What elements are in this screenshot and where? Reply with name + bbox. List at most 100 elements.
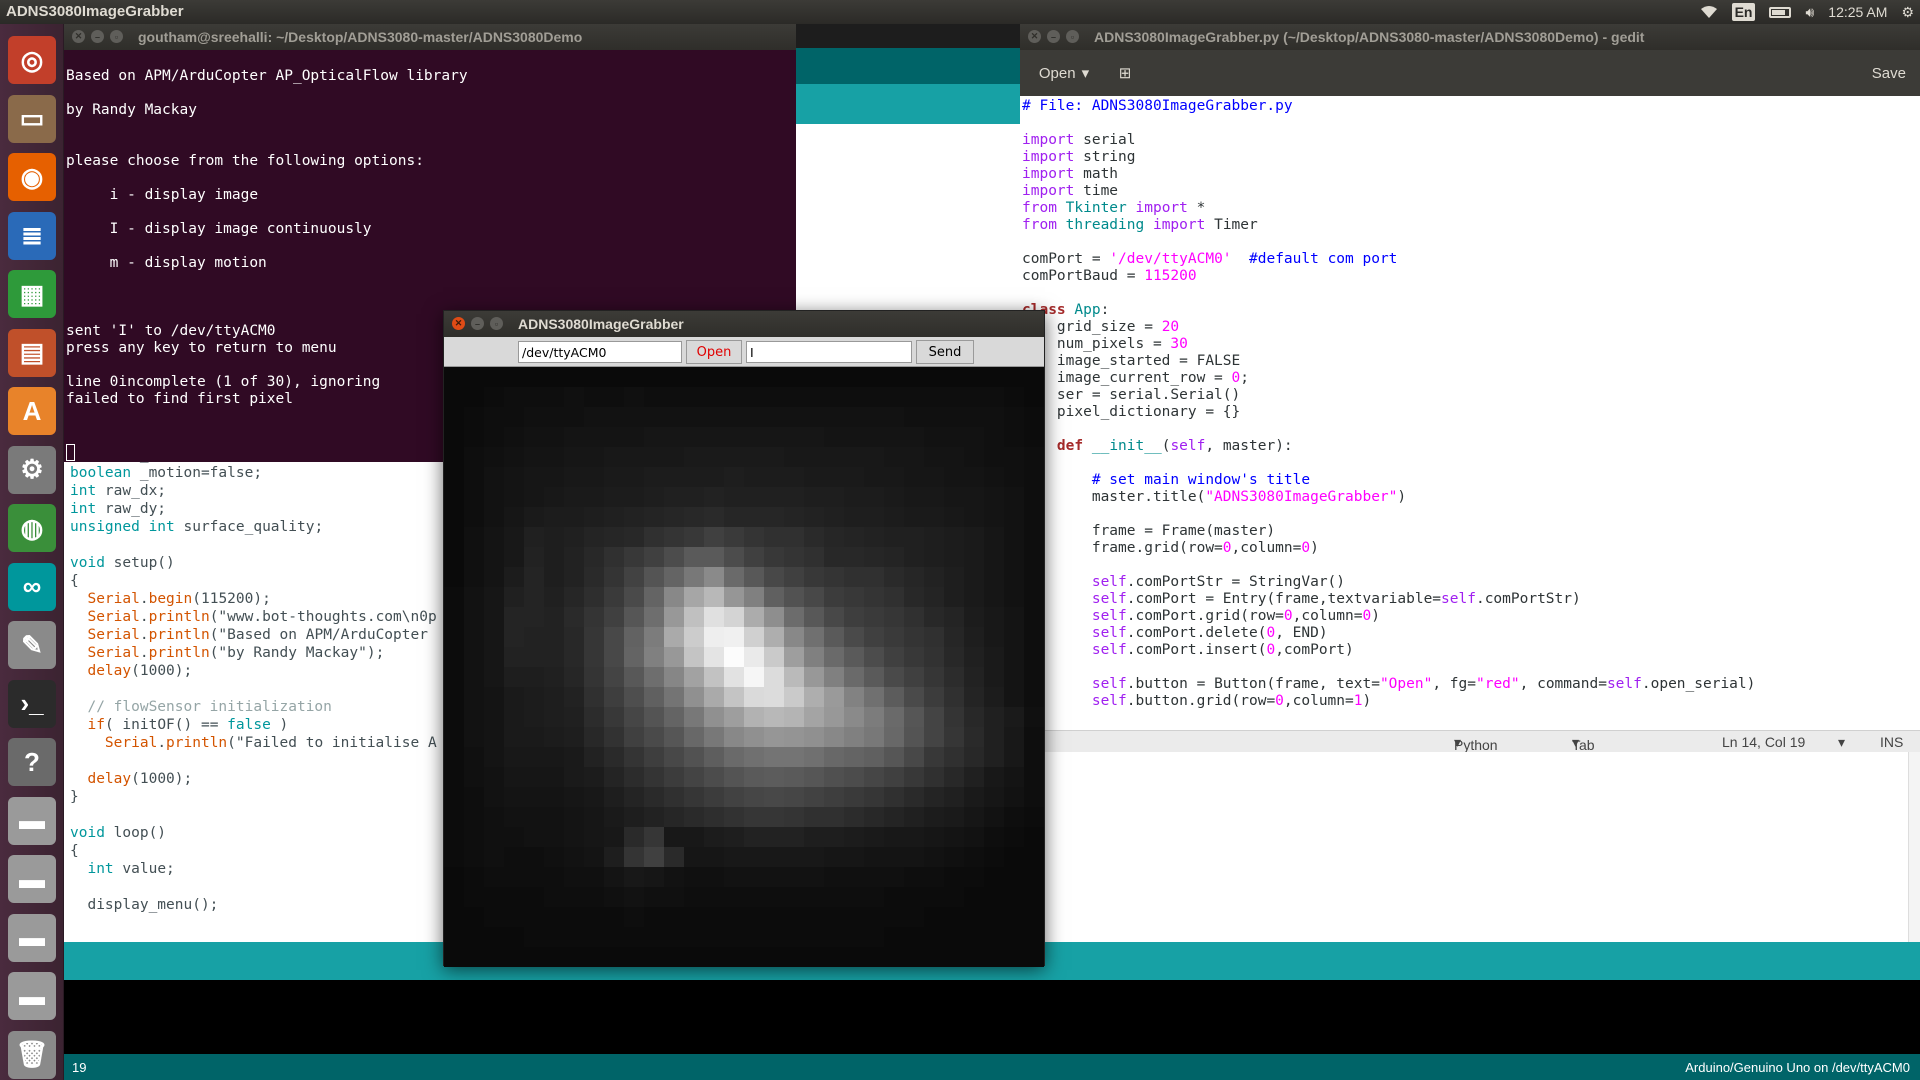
pixel-cell (624, 927, 644, 947)
pixel-cell (664, 627, 684, 647)
drive-icon[interactable]: ▬ (8, 913, 56, 962)
pixel-cell (464, 587, 484, 607)
pixel-cell (724, 907, 744, 927)
help-icon[interactable]: ? (8, 738, 56, 786)
close-button[interactable]: ✕ (452, 317, 465, 330)
close-button[interactable]: ✕ (72, 30, 85, 43)
minimize-button[interactable]: – (1047, 30, 1060, 43)
drive-icon[interactable]: ▬ (8, 796, 56, 845)
pixel-cell (664, 647, 684, 667)
new-tab-icon[interactable]: ⊞ (1114, 62, 1136, 84)
pixel-cell (784, 587, 804, 607)
firefox-icon[interactable]: ◉ (8, 153, 56, 201)
command-input[interactable]: I (746, 341, 912, 363)
pixel-cell (664, 707, 684, 727)
pixel-cell (484, 587, 504, 607)
minimize-button[interactable]: – (91, 30, 104, 43)
pixel-cell (804, 927, 824, 947)
pixel-cell (1004, 587, 1024, 607)
battery-icon[interactable] (1769, 6, 1792, 18)
chrome-icon[interactable]: ◍ (8, 504, 56, 552)
pixel-cell (444, 587, 464, 607)
scrollbar[interactable] (1908, 752, 1920, 942)
pixel-cell (804, 407, 824, 427)
pixel-cell (484, 847, 504, 867)
wifi-icon[interactable] (1700, 5, 1718, 19)
pixel-cell (804, 747, 824, 767)
arduino-code-editor[interactable]: boolean _overflow=false;boolean _motion=… (70, 446, 450, 914)
pixel-cell (784, 727, 804, 747)
pixel-cell (644, 927, 664, 947)
pixel-cell (564, 427, 584, 447)
pixel-cell (464, 627, 484, 647)
pixel-cell (804, 687, 824, 707)
clock[interactable]: 12:25 AM (1828, 4, 1887, 20)
pixel-cell (664, 587, 684, 607)
pixel-cell (824, 947, 844, 967)
calc-icon[interactable]: ▦ (8, 270, 56, 318)
save-button[interactable]: Save (1866, 60, 1912, 86)
pixel-cell (904, 687, 924, 707)
maximize-button[interactable]: ▫ (110, 30, 123, 43)
language-selector[interactable]: Python ▾ (1454, 734, 1498, 753)
pixel-cell (1004, 767, 1024, 787)
software-icon[interactable]: A (8, 387, 56, 435)
open-button[interactable]: Open ▾ (1030, 60, 1098, 86)
minimize-button[interactable]: – (471, 317, 484, 330)
pixel-cell (844, 367, 864, 387)
pixel-cell (524, 467, 544, 487)
pixel-cell (964, 627, 984, 647)
terminal-titlebar[interactable]: ✕ – ▫ goutham@sreehalli: ~/Desktop/ADNS3… (64, 24, 796, 50)
pixel-cell (984, 407, 1004, 427)
pixel-cell (764, 727, 784, 747)
pixel-cell (504, 667, 524, 687)
files-icon[interactable]: ▭ (8, 94, 56, 143)
volume-icon[interactable]: 🔊︎ (1805, 4, 1814, 21)
impress-icon[interactable]: ▤ (8, 328, 56, 377)
keyboard-layout-indicator[interactable]: En (1731, 3, 1756, 21)
trash-icon[interactable]: 🗑︎ (8, 1030, 56, 1079)
send-button[interactable]: Send (916, 340, 974, 364)
chevron-down-icon[interactable]: ▾ (1838, 734, 1845, 751)
com-port-input[interactable]: /dev/ttyACM0 (518, 341, 682, 363)
gedit-titlebar[interactable]: ✕ – ▫ ADNS3080ImageGrabber.py (~/Desktop… (1020, 24, 1920, 50)
settings-icon[interactable]: ⚙ (8, 445, 56, 494)
pixel-cell (864, 927, 884, 947)
pixel-cell (524, 667, 544, 687)
pixel-cell (444, 527, 464, 547)
pixel-cell (624, 887, 644, 907)
terminal-output[interactable]: Based on APM/ArduCopter AP_OpticalFlow l… (66, 68, 468, 408)
pixel-cell (524, 767, 544, 787)
cursor-position: Ln 14, Col 19 (1722, 734, 1806, 750)
writer-icon[interactable]: ≣ (8, 211, 56, 260)
gedit-code-editor[interactable]: # File: ADNS3080ImageGrabber.py import se… (1022, 96, 1912, 730)
code-line: int raw_dy; (70, 501, 167, 517)
pixel-cell (864, 827, 884, 847)
pixel-cell (764, 787, 784, 807)
pixel-cell (644, 667, 664, 687)
pixel-cell (904, 667, 924, 687)
grabber-titlebar[interactable]: ✕ – ▫ ADNS3080ImageGrabber (444, 311, 1044, 337)
drive-icon[interactable]: ▬ (8, 972, 56, 1020)
pixel-cell (504, 707, 524, 727)
pixel-cell (904, 727, 924, 747)
drive-icon[interactable]: ▬ (8, 855, 56, 903)
pixel-cell (604, 447, 624, 467)
pixel-cell (444, 947, 464, 967)
text-editor-icon[interactable]: ✎ (8, 621, 56, 669)
maximize-button[interactable]: ▫ (1066, 30, 1079, 43)
pixel-cell (464, 527, 484, 547)
open-serial-button[interactable]: Open (686, 340, 742, 364)
maximize-button[interactable]: ▫ (490, 317, 503, 330)
pixel-cell (924, 427, 944, 447)
close-button[interactable]: ✕ (1028, 30, 1041, 43)
ubuntu-dash-icon[interactable]: ◎ (8, 36, 56, 84)
pixel-cell (564, 647, 584, 667)
pixel-cell (604, 667, 624, 687)
terminal-icon[interactable]: ›_ (8, 679, 56, 728)
pixel-cell (604, 887, 624, 907)
arduino-icon[interactable]: ∞ (8, 562, 56, 611)
tab-width-selector[interactable]: Tab Width: 8 ▾ (1572, 734, 1612, 785)
gear-icon[interactable]: ⚙ (1901, 4, 1914, 21)
pixel-cell (744, 747, 764, 767)
